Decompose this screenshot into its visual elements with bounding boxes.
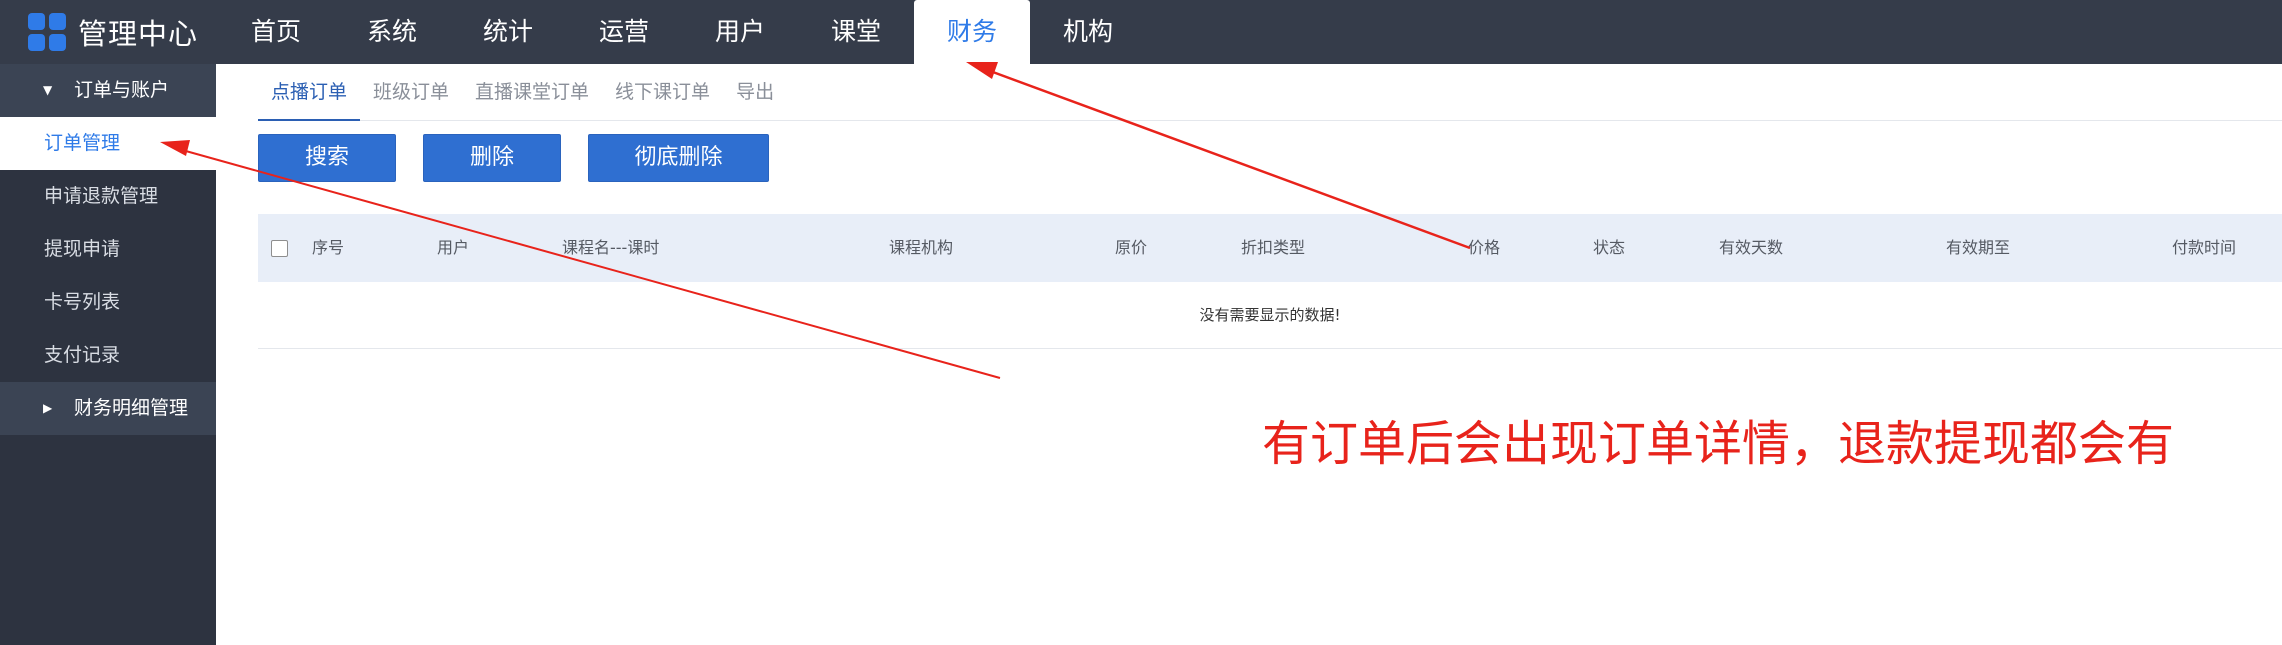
purge-button[interactable]: 彻底删除 (588, 134, 769, 182)
col-paid-time: 付款时间 (2172, 238, 2237, 257)
sidebar-item-withdrawal-requests[interactable]: 提现申请 (0, 223, 216, 276)
nav-operations[interactable]: 运营 (566, 0, 682, 64)
brand-title: 管理中心 (78, 17, 199, 51)
tab-offline-orders[interactable]: 线下课订单 (602, 64, 723, 120)
tab-export[interactable]: 导出 (723, 64, 787, 120)
nav-statistics[interactable]: 统计 (450, 0, 566, 64)
col-original-price: 原价 (1115, 238, 1148, 257)
col-course-lesson: 课程名---课时 (562, 238, 660, 257)
nav-institution[interactable]: 机构 (1030, 0, 1146, 64)
col-price: 价格 (1468, 238, 1501, 257)
caret-down-icon: ▼ (43, 83, 53, 97)
app-grid-icon (28, 13, 66, 51)
nav-home[interactable]: 首页 (218, 0, 334, 64)
sidebar-group-finance-details[interactable]: ▶ 财务明细管理 (0, 382, 216, 435)
tab-vod-orders[interactable]: 点播订单 (258, 64, 361, 121)
annotation-text: 有订单后会出现订单详情，退款提现都会有 (1262, 416, 2175, 472)
sidebar-item-payment-records[interactable]: 支付记录 (0, 329, 216, 382)
sidebar-item-order-management[interactable]: 订单管理 (0, 117, 216, 170)
col-discount-type: 折扣类型 (1241, 238, 1306, 257)
nav-finance[interactable]: 财务 (914, 0, 1030, 64)
col-valid-until: 有效期至 (1946, 238, 2011, 257)
col-user: 用户 (437, 238, 470, 257)
tab-live-orders[interactable]: 直播课堂订单 (462, 64, 602, 120)
table-empty-message: 没有需要显示的数据! (258, 282, 2282, 349)
nav-users[interactable]: 用户 (682, 0, 798, 64)
nav-classroom[interactable]: 课堂 (798, 0, 914, 64)
delete-button[interactable]: 删除 (423, 134, 561, 182)
col-valid-days: 有效天数 (1719, 238, 1784, 257)
main-nav: 首页 系统 统计 运营 用户 课堂 财务 机构 (218, 0, 1146, 64)
nav-system[interactable]: 系统 (334, 0, 450, 64)
caret-right-icon: ▶ (43, 401, 53, 415)
select-all-checkbox[interactable] (271, 240, 288, 257)
sidebar-item-refund-requests[interactable]: 申请退款管理 (0, 170, 216, 223)
top-navbar: 管理中心 首页 系统 统计 运营 用户 课堂 财务 机构 (0, 0, 2282, 64)
sidebar-group-label: 订单与账户 (74, 79, 170, 101)
col-institution: 课程机构 (889, 238, 954, 257)
order-tabs: 点播订单 班级订单 直播课堂订单 线下课订单 导出 (258, 64, 2282, 121)
col-index: 序号 (312, 238, 345, 257)
tab-class-orders[interactable]: 班级订单 (360, 64, 462, 120)
brand[interactable]: 管理中心 (28, 0, 198, 64)
sidebar: ▼ 订单与账户 订单管理 申请退款管理 提现申请 卡号列表 支付记录 ▶ 财务明… (0, 64, 216, 645)
sidebar-group-label: 财务明细管理 (74, 397, 189, 419)
sidebar-item-card-list[interactable]: 卡号列表 (0, 276, 216, 329)
col-status: 状态 (1593, 238, 1626, 257)
table-header: 序号 用户 课程名---课时 课程机构 原价 折扣类型 价格 状态 有效天数 有… (258, 214, 2282, 282)
sidebar-group-orders-accounts[interactable]: ▼ 订单与账户 (0, 64, 216, 117)
search-button[interactable]: 搜索 (258, 134, 396, 182)
